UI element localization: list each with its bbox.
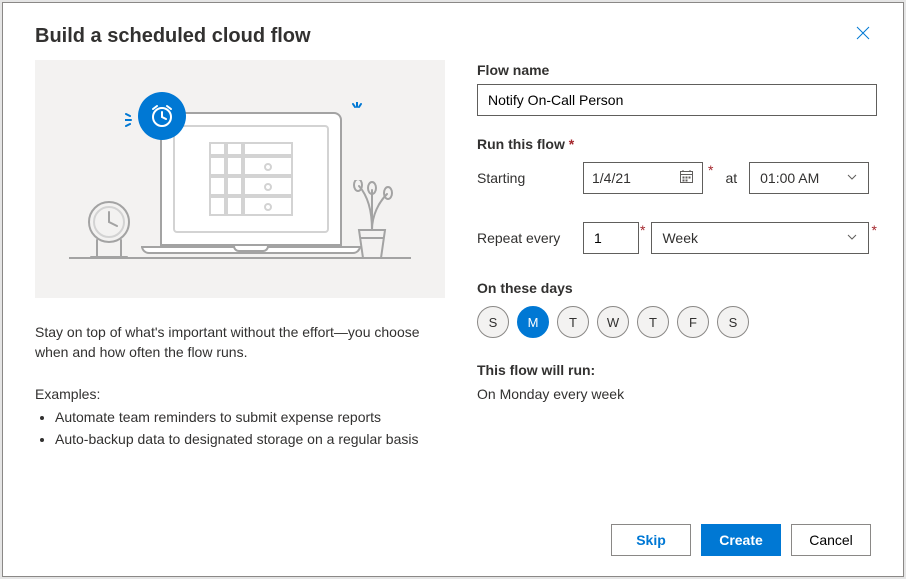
clock-decoration	[87, 200, 131, 263]
day-sunday[interactable]: S	[477, 306, 509, 338]
illustration	[35, 60, 445, 298]
dialog-title: Build a scheduled cloud flow	[35, 25, 311, 48]
description-text: Stay on top of what's important without …	[35, 322, 445, 362]
time-value: 01:00 AM	[760, 170, 819, 186]
day-thursday[interactable]: T	[637, 306, 669, 338]
time-select[interactable]: 01:00 AM	[749, 162, 869, 194]
starting-label: Starting	[477, 170, 571, 186]
repeat-every-label: Repeat every	[477, 230, 571, 246]
example-item: Automate team reminders to submit expens…	[55, 406, 445, 428]
alarm-clock-icon	[138, 92, 186, 140]
cancel-button[interactable]: Cancel	[791, 524, 871, 556]
run-this-flow-label: Run this flow	[477, 136, 877, 152]
left-column: Stay on top of what's important without …	[35, 60, 445, 506]
chevron-down-icon	[846, 170, 858, 186]
days-row: S M T W T F S	[477, 306, 877, 338]
day-saturday[interactable]: S	[717, 306, 749, 338]
summary-value: On Monday every week	[477, 386, 877, 402]
scheduled-flow-dialog: Build a scheduled cloud flow	[2, 2, 904, 577]
repeat-unit-value: Week	[662, 230, 698, 246]
starting-date-picker[interactable]: 1/4/21	[583, 162, 703, 194]
examples-heading: Examples:	[35, 386, 445, 402]
chevron-down-icon	[846, 230, 858, 246]
dialog-header: Build a scheduled cloud flow	[3, 3, 903, 60]
day-monday[interactable]: M	[517, 306, 549, 338]
close-icon[interactable]	[855, 25, 871, 44]
starting-date-value: 1/4/21	[592, 170, 631, 186]
create-button[interactable]: Create	[701, 524, 781, 556]
dialog-footer: Skip Create Cancel	[3, 506, 903, 576]
right-column: Flow name Run this flow Starting 1/4/21 …	[477, 60, 877, 506]
at-label: at	[725, 170, 737, 186]
flow-name-input[interactable]	[477, 84, 877, 116]
examples-list: Automate team reminders to submit expens…	[35, 406, 445, 450]
example-item: Auto-backup data to designated storage o…	[55, 428, 445, 450]
repeat-count-input[interactable]	[583, 222, 639, 254]
day-tuesday[interactable]: T	[557, 306, 589, 338]
on-these-days-label: On these days	[477, 280, 877, 296]
repeat-unit-select[interactable]: Week	[651, 222, 869, 254]
day-wednesday[interactable]: W	[597, 306, 629, 338]
flow-name-label: Flow name	[477, 62, 877, 78]
skip-button[interactable]: Skip	[611, 524, 691, 556]
calendar-icon	[679, 169, 694, 187]
day-friday[interactable]: F	[677, 306, 709, 338]
laptop-illustration	[160, 112, 361, 254]
summary-label: This flow will run:	[477, 362, 877, 378]
dialog-body: Stay on top of what's important without …	[3, 60, 903, 506]
